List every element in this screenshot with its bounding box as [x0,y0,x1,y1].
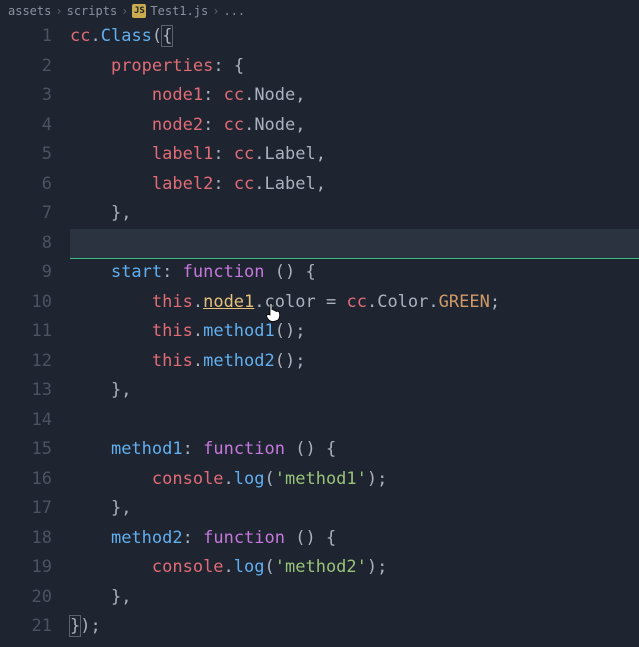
line-number: 7 [0,199,52,229]
line-number: 13 [0,376,52,406]
line-number: 12 [0,347,52,377]
modified-marker [70,258,639,259]
token-method: start [111,262,162,282]
token-function: Class [101,26,152,46]
code-line[interactable]: label2: cc.Label, [70,170,639,200]
token-method: method1 [111,439,183,459]
line-number: 10 [0,288,52,318]
token-constant: GREEN [439,292,490,312]
code-line-highlighted[interactable] [70,229,639,259]
line-number: 1 [0,22,52,52]
line-number: 9 [0,258,52,288]
code-line[interactable]: this.method1(); [70,317,639,347]
line-number: 18 [0,524,52,554]
code-line[interactable]: }, [70,199,639,229]
code-line[interactable]: cc.Class({ [70,22,639,52]
token-string: 'method2' [275,557,367,577]
token-keyword: function [183,262,265,282]
code-line[interactable]: label1: cc.Label, [70,140,639,170]
token-property-key: node2 [152,115,203,135]
token-property-key: node1 [152,85,203,105]
code-line[interactable] [70,406,639,436]
breadcrumb-file[interactable]: Test1.js [150,4,208,18]
line-number: 5 [0,140,52,170]
brace-match: { [161,25,173,47]
code-line[interactable]: properties: { [70,52,639,82]
code-line[interactable]: this.node1.color = cc.Color.GREEN; [70,288,639,318]
token-property-key: properties [111,56,213,76]
line-number: 8 [0,229,52,259]
code-line[interactable]: this.method2(); [70,347,639,377]
chevron-right-icon: › [55,4,62,18]
token-property-key: label2 [152,174,213,194]
token-variable: cc [70,26,90,46]
breadcrumb-segment[interactable]: scripts [67,4,118,18]
line-number: 15 [0,435,52,465]
line-number: 2 [0,52,52,82]
goto-definition-link[interactable]: node1 [203,292,254,312]
line-number: 17 [0,494,52,524]
line-number: 20 [0,583,52,613]
code-line[interactable]: console.log('method1'); [70,465,639,495]
breadcrumb-overflow[interactable]: ... [223,4,245,18]
chevron-right-icon: › [212,4,219,18]
code-line[interactable]: node2: cc.Node, [70,111,639,141]
code-line[interactable]: console.log('method2'); [70,553,639,583]
code-line[interactable]: }, [70,376,639,406]
code-editor[interactable]: 1 2 3 4 5 6 7 8 9 10 11 12 13 14 15 16 1… [0,22,639,647]
breadcrumb-segment[interactable]: assets [8,4,51,18]
line-number: 11 [0,317,52,347]
line-number: 21 [0,612,52,642]
line-number: 3 [0,81,52,111]
code-line[interactable]: }); [70,612,639,642]
code-line[interactable]: method2: function () { [70,524,639,554]
code-line[interactable]: }, [70,583,639,613]
chevron-right-icon: › [121,4,128,18]
code-area[interactable]: cc.Class({ properties: { node1: cc.Node,… [70,22,639,647]
token-method: method2 [111,528,183,548]
code-line[interactable]: }, [70,494,639,524]
token-property-key: label1 [152,144,213,164]
line-number: 16 [0,465,52,495]
code-line[interactable]: node1: cc.Node, [70,81,639,111]
token-string: 'method1' [275,469,367,489]
breadcrumb[interactable]: assets › scripts › JS Test1.js › ... [0,0,639,22]
code-line[interactable]: start: function () { [70,258,639,288]
line-number: 6 [0,170,52,200]
line-number: 4 [0,111,52,141]
code-line[interactable]: method1: function () { [70,435,639,465]
line-number-gutter: 1 2 3 4 5 6 7 8 9 10 11 12 13 14 15 16 1… [0,22,70,647]
js-file-icon: JS [132,4,146,18]
line-number: 19 [0,553,52,583]
line-number: 14 [0,406,52,436]
